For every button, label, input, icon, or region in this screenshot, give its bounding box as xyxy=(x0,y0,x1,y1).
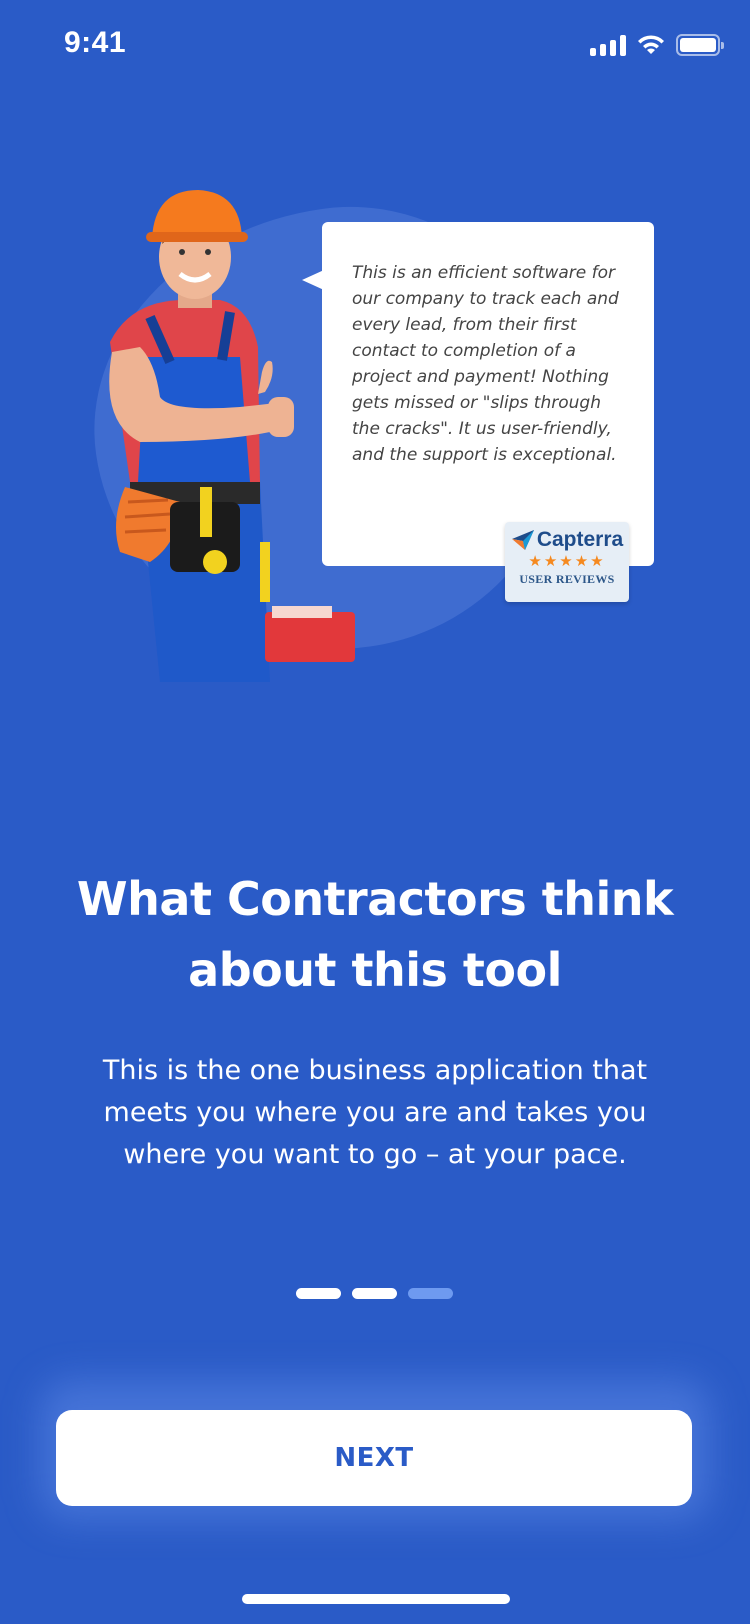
next-button[interactable]: NEXT xyxy=(56,1410,692,1506)
status-bar: 9:41 xyxy=(0,0,750,90)
user-reviews-label: USER REVIEWS xyxy=(519,572,615,586)
page-subtitle: This is the one business application tha… xyxy=(102,1055,648,1170)
hero-illustration: This is an efficient software for our co… xyxy=(0,170,750,690)
page-dot[interactable] xyxy=(352,1288,397,1299)
status-time: 9:41 xyxy=(64,26,127,59)
battery-icon xyxy=(676,34,724,56)
page-title: What Contractors think about this tool xyxy=(76,872,674,997)
home-indicator[interactable] xyxy=(242,1594,510,1604)
speech-bubble-tail xyxy=(302,270,324,290)
cellular-signal-icon xyxy=(590,34,626,56)
status-icons xyxy=(590,34,724,56)
wifi-icon xyxy=(638,35,664,54)
capterra-logo: Capterra xyxy=(505,528,629,552)
rating-stars: ★★★★★ xyxy=(528,552,606,570)
capterra-arrow-icon xyxy=(511,530,534,550)
page-dot-active[interactable] xyxy=(408,1288,453,1299)
page-indicator xyxy=(296,1288,453,1299)
testimonial-card: This is an efficient software for our co… xyxy=(302,222,654,566)
capterra-badge: Capterra ★★★★★ USER REVIEWS xyxy=(505,522,629,602)
page-dot[interactable] xyxy=(296,1288,341,1299)
capterra-brand: Capterra xyxy=(536,528,624,551)
testimonial-quote: This is an efficient software for our co… xyxy=(352,263,619,465)
